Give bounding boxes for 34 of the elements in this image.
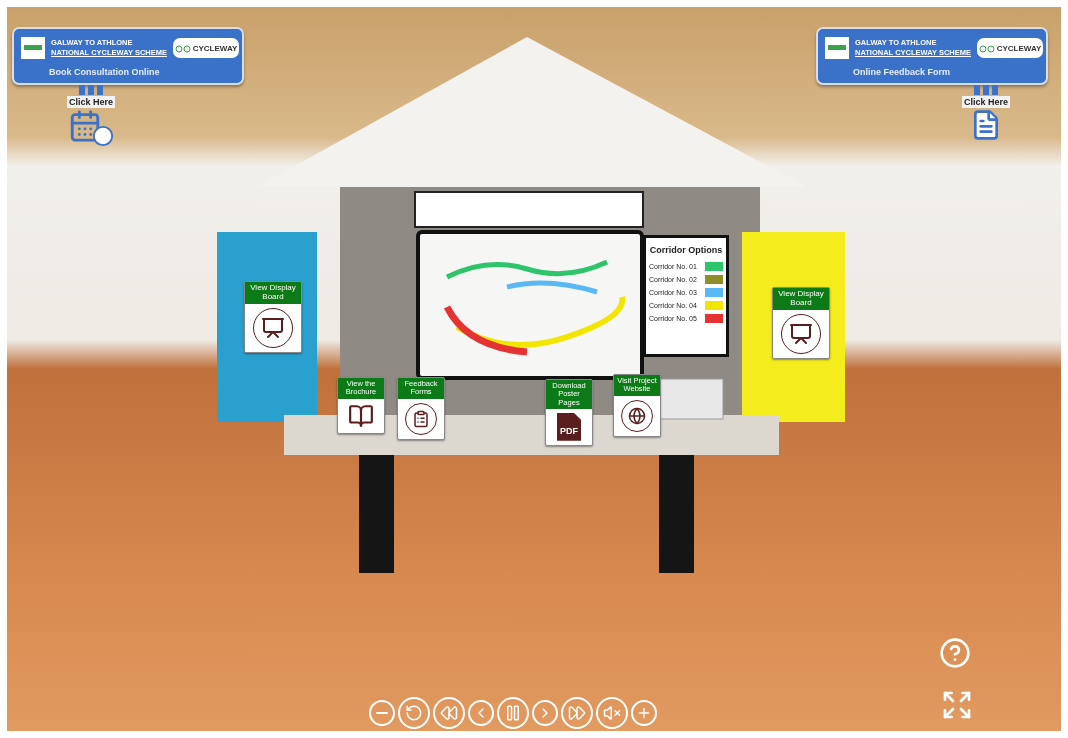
banner-hanger-drawing [79, 85, 103, 95]
mute-button[interactable] [596, 697, 628, 729]
pause-button[interactable] [497, 697, 529, 729]
legend-title: Corridor Options [649, 245, 723, 255]
fast-forward-button[interactable] [561, 697, 593, 729]
calendar-clock-icon[interactable] [68, 109, 114, 147]
greenway-logo-icon [21, 37, 45, 59]
cycleway-logo: CYCLEWAY [173, 38, 239, 58]
rotate-icon [405, 704, 423, 722]
pdf-icon: PDF [557, 412, 581, 441]
plus-icon [636, 705, 652, 721]
mute-icon [603, 704, 621, 722]
banner-hanger-drawing [974, 85, 998, 95]
zoom-out-button[interactable] [369, 700, 395, 726]
rewind-button[interactable] [433, 697, 465, 729]
rewind-icon [440, 704, 458, 722]
pause-icon [504, 704, 522, 722]
greenway-logo-icon [825, 37, 849, 59]
banner-action-text: Online Feedback Form [852, 67, 952, 77]
minus-icon [376, 712, 388, 714]
fullscreen-icon[interactable] [941, 689, 973, 721]
display-board-hotspot[interactable]: View Display Board [244, 281, 302, 353]
help-icon[interactable] [939, 637, 971, 669]
next-button[interactable] [532, 700, 558, 726]
fast-forward-icon [568, 704, 586, 722]
previous-button[interactable] [468, 700, 494, 726]
display-board-hotspot[interactable]: View Display Board [772, 287, 830, 359]
brochure-icon [348, 402, 374, 429]
cycleway-logo: CYCLEWAY [977, 38, 1043, 58]
banner-action-text: Book Consultation Online [48, 67, 161, 77]
reset-view-button[interactable] [398, 697, 430, 729]
click-here-label[interactable]: Click Here [962, 96, 1011, 108]
zoom-in-button[interactable] [631, 700, 657, 726]
click-here-label[interactable]: Click Here [67, 96, 116, 108]
